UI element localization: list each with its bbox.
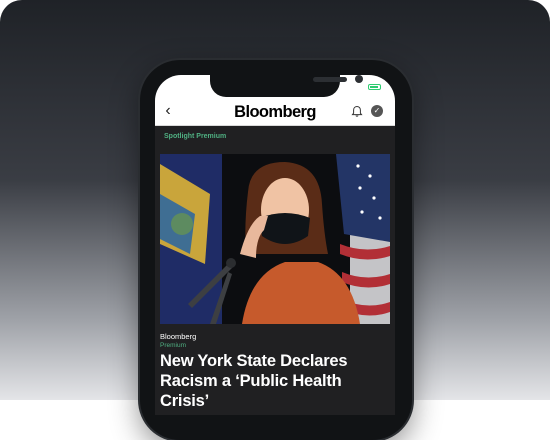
app-header: ‹ Bloomberg ✓ [155, 99, 395, 126]
speaker-grille [313, 77, 347, 82]
phone-screen: ‹ Bloomberg ✓ Spotlight Premium Bloomber… [155, 75, 395, 415]
checkmark-circle-icon[interactable]: ✓ [371, 105, 383, 117]
battery-icon [368, 84, 381, 90]
premium-badge: Premium [160, 342, 187, 349]
bell-icon[interactable] [351, 105, 363, 118]
chevron-left-icon[interactable]: ‹ [161, 102, 175, 120]
article-photo[interactable] [160, 154, 390, 324]
article-source: Bloomberg [160, 332, 197, 341]
front-camera [355, 75, 363, 83]
bloomberg-logo: Bloomberg [234, 103, 316, 121]
phone-notch [210, 75, 363, 97]
section-label: Spotlight Premium [164, 133, 227, 140]
article-headline[interactable]: New York State Declares Racism a ‘Public… [160, 351, 392, 411]
